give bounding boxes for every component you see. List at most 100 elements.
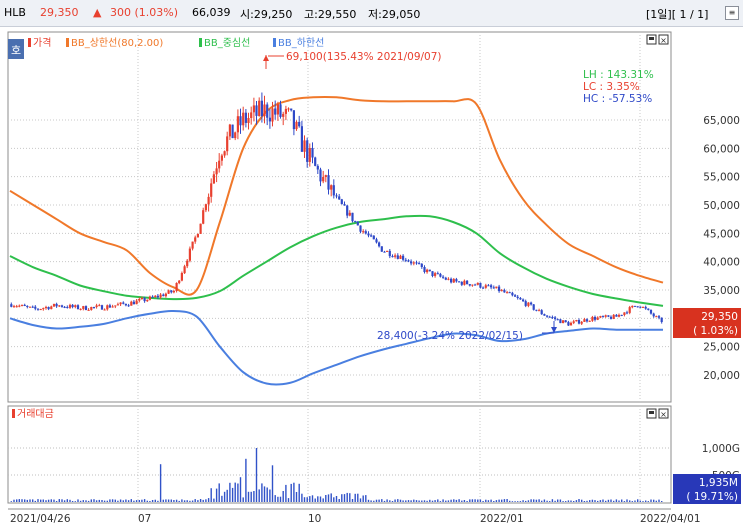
volume-bar [490, 499, 492, 502]
volume-bar [277, 496, 279, 502]
candle-body [322, 177, 325, 182]
legend-bb-lower-swatch [273, 38, 276, 47]
y-tick-label: 45,000 [703, 228, 740, 240]
candle-body [250, 112, 253, 118]
candle-body [231, 124, 234, 139]
volume-bar [389, 500, 391, 502]
current-price-box-change: ( 1.03%) [693, 325, 738, 337]
volume-bar [71, 501, 74, 502]
high-price: 고:29,550 [304, 8, 357, 21]
candle-body [466, 280, 469, 285]
candle-body [455, 279, 458, 282]
candle-body [418, 263, 421, 265]
price-volume-chart[interactable]: 65,000 60,000 55,000 50,000 45,000 40,000 35,0… [0, 27, 743, 529]
candle [340, 198, 343, 205]
y-tick-label: 60,000 [703, 143, 740, 155]
candle-body [282, 113, 285, 117]
candle-body [655, 316, 658, 318]
candle-body [508, 292, 511, 294]
candle-body [55, 303, 58, 307]
volume-bar [237, 483, 239, 502]
volume-bar [143, 499, 146, 502]
volume-bar [101, 500, 103, 502]
candle-body [196, 233, 199, 238]
volume-bar [173, 500, 175, 502]
volume-bar [271, 465, 274, 502]
volume-bar [466, 501, 468, 502]
candle-body [130, 301, 133, 306]
volume-bar [578, 499, 580, 502]
candle-body [652, 313, 655, 317]
candle-body [71, 304, 74, 307]
candle-body [450, 278, 453, 283]
volume-bar [527, 500, 530, 502]
volume-bar [629, 500, 631, 502]
period-selector[interactable]: [1일][ 1 / 1] [646, 6, 708, 22]
candle-body [183, 266, 186, 274]
candle-body [647, 308, 650, 310]
volume-bar [274, 495, 276, 502]
volume-bar [269, 489, 271, 502]
volume-bar [383, 500, 386, 502]
volume-bar [181, 499, 183, 502]
candle-body [372, 235, 375, 240]
candle-body [543, 314, 546, 316]
volume-bar [375, 499, 378, 502]
candle-body [388, 250, 391, 257]
candle-body [66, 307, 69, 308]
candle-body [180, 273, 183, 281]
candle-body [287, 108, 290, 110]
candle-body [394, 255, 397, 257]
volume-bar [362, 495, 364, 502]
volume-bar [77, 499, 79, 502]
candle-body [159, 294, 162, 298]
quote-header-bar: HLB 29,350 ▲ 300 (1.03%) 66,039 시:29,250… [0, 0, 743, 27]
volume-bar [221, 495, 223, 502]
candle-body [20, 304, 24, 306]
candle-body [68, 304, 72, 308]
candle-body [383, 251, 386, 253]
candle-body [167, 290, 170, 294]
volume-bar [394, 499, 396, 502]
chart-tab-label: 호 [11, 44, 21, 57]
volume-bar [354, 493, 356, 502]
candle-body [239, 116, 242, 126]
candle-body [156, 295, 159, 298]
candle-body [604, 315, 607, 317]
header-menu-button[interactable]: ≡ [725, 6, 739, 20]
volume-bar [359, 498, 362, 502]
candle-body [639, 306, 642, 308]
candle-body [106, 305, 109, 310]
candle-body [367, 233, 370, 236]
volume-bar [477, 499, 479, 502]
volume-bar [159, 464, 162, 502]
candle-body [615, 314, 618, 317]
volume-bar [338, 499, 340, 502]
candle-body [585, 319, 589, 322]
volume-bar [197, 500, 199, 502]
volume-bar [650, 499, 652, 502]
candle-body [490, 285, 493, 288]
candle-body [162, 294, 165, 297]
candle-body [316, 165, 319, 170]
candle-body [527, 302, 530, 306]
candle-body [463, 280, 466, 285]
volume-bar [341, 494, 343, 502]
volume-bar [418, 500, 420, 502]
volume-bar [367, 499, 370, 502]
candle-body [210, 183, 213, 197]
candle-body [338, 196, 341, 200]
volume-bar [551, 499, 554, 502]
candle-body [540, 310, 543, 315]
candle-body [423, 267, 426, 272]
candle-body [244, 112, 247, 123]
volume-bar [111, 499, 114, 502]
volume-bar [82, 500, 84, 502]
x-label-jul: 07 [138, 513, 151, 525]
candle-body [188, 248, 191, 261]
candle-body [226, 136, 229, 152]
candle-body [186, 260, 189, 267]
volume-bar [165, 499, 167, 502]
candle-body [116, 304, 119, 306]
open-price: 시:29,250 [240, 8, 293, 21]
